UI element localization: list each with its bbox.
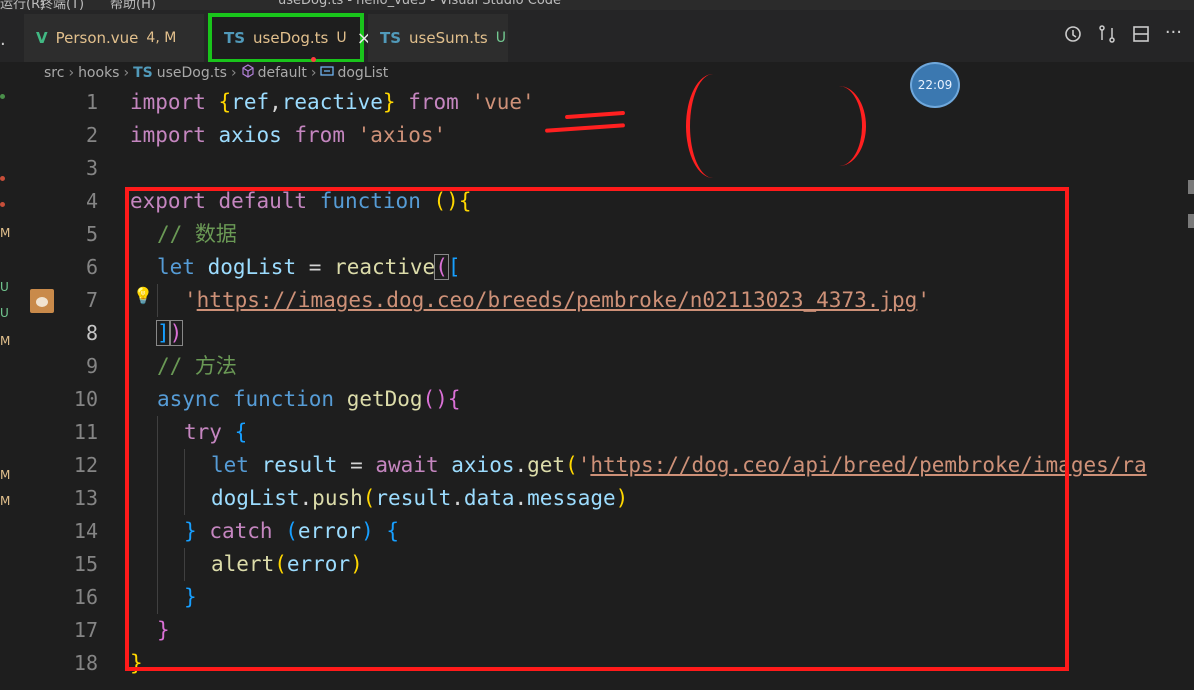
code-line-1: import {ref,reactive} from 'vue'	[130, 90, 535, 114]
window-title: useDog.ts - hello_vue3 - Visual Studio C…	[278, 0, 562, 8]
git-marker: M	[0, 494, 11, 508]
line-number: 13	[73, 486, 98, 510]
chevron-right-icon: ›	[123, 65, 130, 81]
scroll-marker	[1188, 180, 1194, 194]
timeline-icon[interactable]	[1063, 24, 1083, 49]
vue-file-icon: V	[36, 29, 48, 47]
line-number: 18	[73, 651, 98, 675]
line-number: 1	[85, 90, 98, 114]
annotation-stroke	[686, 74, 740, 178]
line-number: 8	[85, 321, 98, 345]
line-number: 3	[85, 156, 98, 180]
menu-help[interactable]: 帮助(H)	[110, 0, 156, 10]
tab-label: useSum.ts	[409, 29, 488, 47]
title-bar: 运行(R) 终端(T) 帮助(H) useDog.ts - hello_vue3…	[0, 0, 1194, 10]
code-line-2: import axios from 'axios'	[130, 123, 447, 147]
breadcrumb-doglist[interactable]: dogList	[337, 65, 388, 81]
annotation-stroke	[812, 86, 866, 166]
breadcrumb-default[interactable]: default	[258, 65, 307, 81]
chevron-right-icon: ›	[230, 65, 237, 81]
breadcrumb-hooks[interactable]: hooks	[78, 65, 119, 81]
line-number: 6	[85, 255, 98, 279]
tab-status: U	[495, 30, 506, 46]
line-number: 5	[85, 222, 98, 246]
menu-run[interactable]: 运行(R)	[0, 0, 45, 10]
breadcrumb-file[interactable]: useDog.ts	[157, 65, 227, 81]
line-number: 12	[73, 453, 98, 477]
line-number: 7	[85, 288, 98, 312]
line-number: 14	[73, 519, 98, 543]
scroll-marker	[1188, 214, 1194, 228]
explorer-edge: M U U M M M	[0, 84, 26, 690]
vertical-scrollbar[interactable]	[1186, 84, 1194, 690]
clock-badge: 22:09	[910, 62, 960, 108]
compare-icon[interactable]	[1097, 24, 1117, 49]
tab-label: Person.vue	[55, 29, 139, 47]
editor-tab-bar: · V Person.vue 4, M TS useDog.ts U × TS …	[0, 10, 1194, 63]
line-number: 9	[85, 354, 98, 378]
git-marker: M	[0, 334, 11, 348]
line-number: 10	[73, 387, 98, 411]
menu-terminal[interactable]: 终端(T)	[40, 0, 84, 10]
ts-file-icon: TS	[133, 65, 153, 81]
tab-status: U	[336, 30, 347, 46]
line-number-gutter: 1 2 3 4 5 6 7 8 9 10 11 12 13 14 15 16 1…	[26, 84, 110, 690]
status-dot	[0, 202, 5, 207]
ts-file-icon: TS	[224, 29, 246, 47]
tab-usesum-ts[interactable]: TS useSum.ts U	[368, 14, 508, 62]
line-number: 16	[73, 585, 98, 609]
git-marker: U	[0, 306, 9, 320]
more-icon[interactable]: ···	[1165, 24, 1182, 49]
status-dot	[0, 94, 5, 99]
cube-icon	[241, 64, 255, 82]
tab-status: 4, M	[146, 30, 177, 46]
line-number: 2	[85, 123, 98, 147]
variable-icon	[320, 64, 335, 82]
split-editor-icon[interactable]	[1131, 24, 1151, 49]
git-marker: U	[0, 280, 9, 294]
line-number: 4	[85, 189, 98, 213]
git-marker: M	[0, 468, 11, 482]
line-number: 11	[73, 420, 98, 444]
tab-label: useDog.ts	[253, 29, 329, 47]
tab-usedog-ts[interactable]: TS useDog.ts U ×	[208, 13, 372, 63]
editor-actions: ···	[1063, 24, 1182, 49]
highlight-box	[125, 187, 1069, 671]
line-number: 15	[73, 552, 98, 576]
chevron-right-icon: ›	[68, 65, 75, 81]
git-marker: M	[0, 226, 11, 240]
breadcrumb: src › hooks › TS useDog.ts › default › d…	[0, 62, 1194, 84]
tab-person-vue[interactable]: V Person.vue 4, M	[24, 14, 204, 62]
ts-file-icon: TS	[380, 29, 402, 47]
status-dot	[0, 176, 5, 181]
chevron-right-icon: ›	[310, 65, 317, 81]
line-number: 17	[73, 618, 98, 642]
breadcrumb-src[interactable]: src	[44, 65, 64, 81]
